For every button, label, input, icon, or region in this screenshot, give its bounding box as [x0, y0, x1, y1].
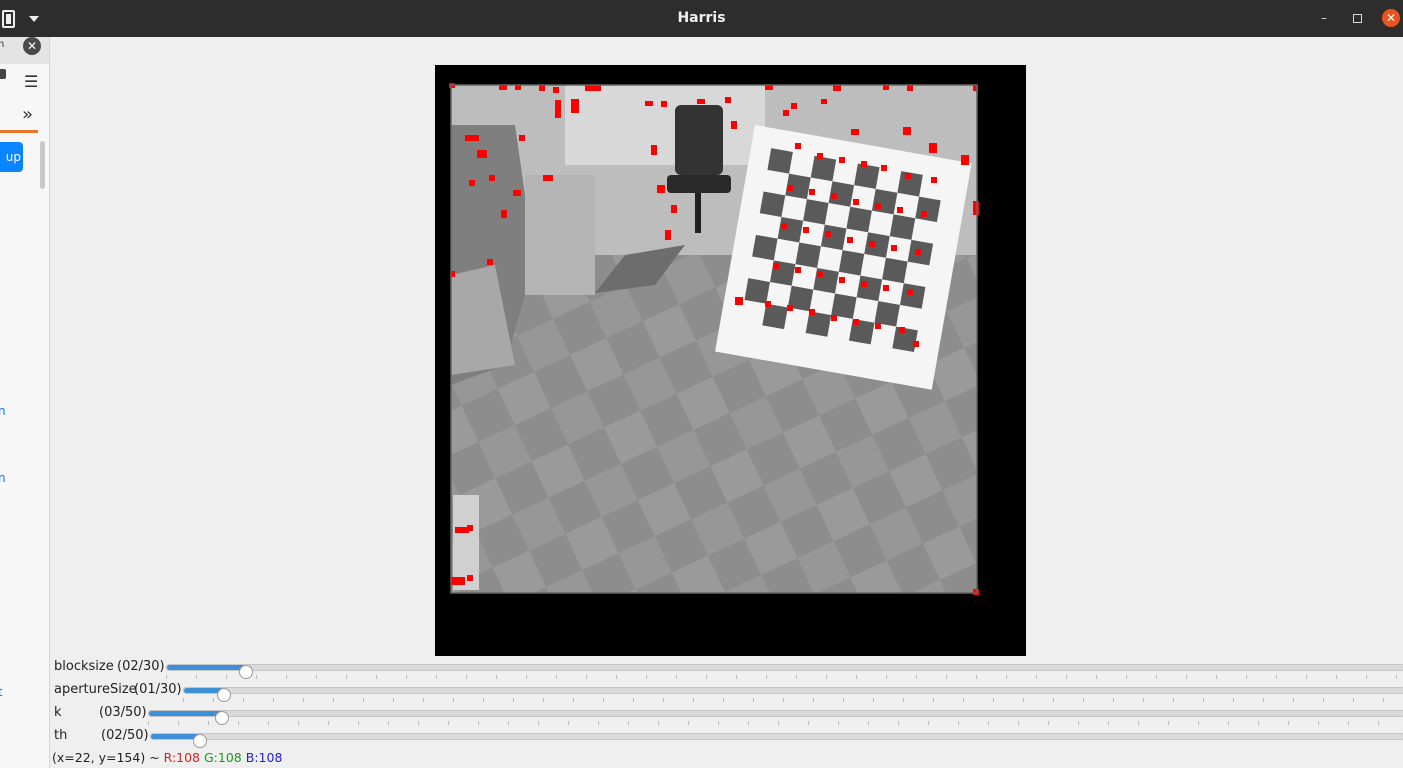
slider-handle[interactable]: [193, 734, 207, 748]
sidebar-link-fragment[interactable]: n: [0, 404, 6, 418]
trackbar-blocksize: blocksize (02/30): [54, 659, 1403, 681]
pixel-red-value: R:108: [163, 750, 201, 765]
close-window-button[interactable]: ✕: [1382, 9, 1400, 27]
slider-fill: [149, 711, 221, 716]
camera-frame: [449, 83, 979, 595]
slider-ticks: [148, 721, 1403, 725]
double-chevron-icon[interactable]: »: [22, 104, 33, 125]
slider-track[interactable]: [183, 687, 1403, 702]
slider-fill: [167, 665, 245, 670]
maximize-icon: [1352, 14, 1362, 23]
scrollbar[interactable]: [40, 141, 45, 189]
slider-ticks: [183, 698, 1403, 702]
background-app-sidebar: n ✕ ☰ » up n n t: [0, 37, 50, 768]
trackbar-label: apertureSize: [54, 682, 137, 697]
trackbar-label: th: [54, 728, 68, 743]
trackbar-k: k (03/50): [54, 705, 1403, 727]
sidebar-link-fragment[interactable]: n: [0, 471, 6, 485]
harris-output-image[interactable]: [435, 65, 1026, 656]
pixel-coordinates: (x=22, y=154) ~: [52, 750, 160, 765]
maximize-button[interactable]: [1348, 9, 1366, 27]
tag-icon: [0, 69, 6, 79]
sidebar-link-fragment[interactable]: t: [0, 685, 3, 699]
trackbar-label: k: [54, 705, 62, 720]
slider-fill: [151, 734, 199, 739]
trackbar-th: th (02/50): [54, 728, 1403, 750]
slider-track[interactable]: [166, 664, 1403, 679]
trackbar-value: (01/30): [134, 682, 182, 697]
window-titlebar: Harris – ✕: [0, 0, 1403, 37]
trackbar-aperturesize: apertureSize (01/30): [54, 682, 1403, 704]
trackbar-label: blocksize: [54, 659, 114, 674]
slider-ticks: [166, 675, 1403, 679]
trackbar-value: (02/30): [117, 659, 165, 674]
active-tab-indicator: [0, 130, 38, 133]
trackbar-value: (02/50): [101, 728, 149, 743]
window-title: Harris: [677, 10, 726, 26]
hamburger-icon[interactable]: ☰: [24, 72, 38, 91]
slider-track[interactable]: [148, 710, 1403, 725]
pixel-blue-value: B:108: [245, 750, 283, 765]
sidebar-action-button[interactable]: up: [0, 142, 23, 172]
trackbar-value: (03/50): [99, 705, 147, 720]
slider-track[interactable]: [150, 733, 1403, 748]
close-icon[interactable]: ✕: [23, 37, 41, 55]
tab-fragment-icon: n: [0, 39, 4, 50]
minimize-button[interactable]: –: [1315, 9, 1333, 27]
pixel-green-value: G:108: [204, 750, 242, 765]
status-bar: (x=22, y=154) ~ R:108 G:108 B:108: [52, 750, 282, 766]
